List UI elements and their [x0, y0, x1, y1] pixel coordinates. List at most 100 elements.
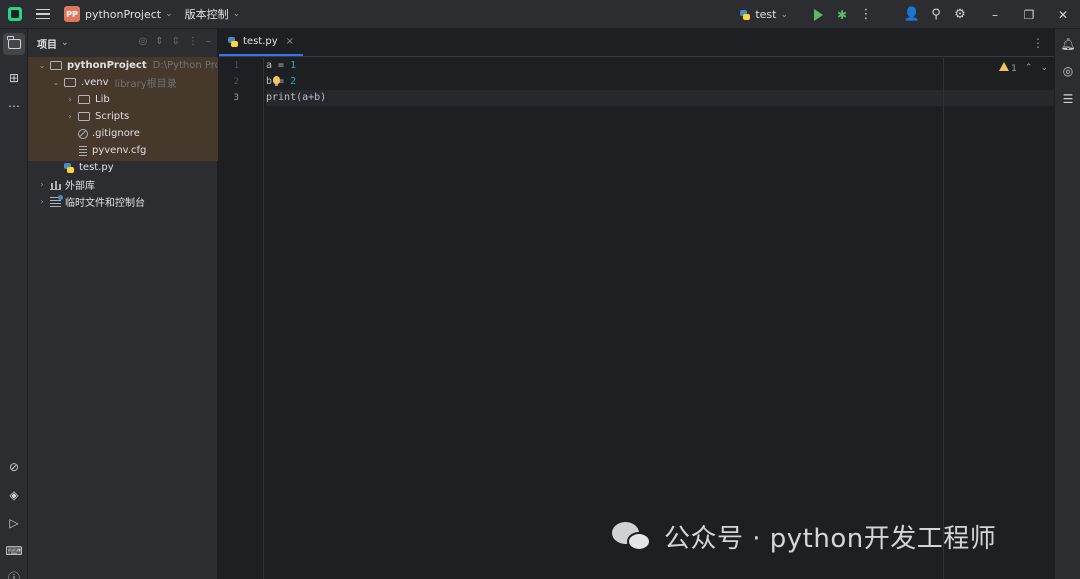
play-icon: [813, 8, 823, 21]
run-config-selector[interactable]: test ⌄: [740, 8, 788, 21]
add-user-button[interactable]: 👤: [900, 3, 924, 27]
main-menu-icon[interactable]: [36, 8, 50, 20]
python-file-icon: [64, 162, 74, 173]
layers-icon: ◈: [9, 488, 19, 502]
bell-icon: 🔔︎: [1060, 37, 1076, 51]
layers-button[interactable]: ◈: [3, 484, 25, 506]
project-tree: ⌄ pythonProject D:\Python Projects ⌄ .ve…: [28, 57, 218, 210]
chevron-down-icon[interactable]: ⌄: [37, 61, 47, 70]
python-icon: [740, 9, 751, 20]
terminal-button[interactable]: ⌨: [3, 540, 25, 562]
tree-item-hint: library根目录: [114, 79, 177, 90]
database-icon: ☰: [1062, 92, 1074, 106]
tree-item-label: .venv: [81, 77, 109, 88]
code-editor[interactable]: a = 1 b = 2 print(a+b): [266, 58, 1054, 106]
tree-item-lib[interactable]: › Lib: [28, 91, 217, 108]
locate-icon[interactable]: ◎: [138, 36, 147, 47]
services-icon: ▷: [9, 516, 19, 530]
left-tool-stripe: ⊞ ⋯ ⊘ ◈ ▷ ⌨ ⓘ: [0, 29, 28, 579]
title-bar: PP pythonProject ⌄ 版本控制 ⌄ test ⌄ ✱ ⋮ 👤 ⚲…: [0, 0, 1080, 29]
tree-item-test-py[interactable]: test.py: [28, 159, 217, 176]
debug-button[interactable]: ✱: [830, 3, 854, 27]
code-line[interactable]: print(a+b): [266, 90, 1054, 106]
close-tab-icon[interactable]: ×: [286, 36, 294, 47]
chevron-down-icon[interactable]: ⌄: [51, 78, 61, 87]
library-icon: [50, 180, 61, 190]
structure-tool-button[interactable]: ⊞: [3, 67, 25, 89]
ai-assistant-button[interactable]: ◎: [1057, 60, 1079, 82]
tree-item-label: 外部库: [65, 181, 95, 192]
restore-button[interactable]: ❐: [1012, 0, 1046, 29]
notifications-button[interactable]: 🔔︎: [1057, 33, 1079, 55]
services-button[interactable]: ▷: [3, 512, 25, 534]
folder-icon: [78, 95, 90, 104]
hide-icon[interactable]: –: [206, 36, 211, 47]
tree-item-gitignore[interactable]: .gitignore: [28, 125, 217, 142]
tab-test-py[interactable]: test.py ×: [219, 29, 304, 56]
code-token: =: [272, 60, 291, 71]
right-tool-stripe: 🔔︎ ◎ ☰: [1054, 29, 1080, 579]
pycharm-logo-icon: [8, 7, 22, 21]
more-actions-button[interactable]: ⋮: [854, 3, 878, 27]
database-button[interactable]: ☰: [1057, 88, 1079, 110]
editor-area: test.py × ⋮ 1 2 3 a = 1 b = 2 print(a+b)…: [219, 29, 1054, 579]
problems-button[interactable]: ⓘ: [3, 566, 25, 579]
line-number-gutter: 1 2 3: [219, 58, 264, 579]
tree-item-external-libraries[interactable]: › 外部库: [28, 176, 217, 193]
search-button[interactable]: ⚲: [924, 3, 948, 27]
tree-item-label: Lib: [95, 94, 110, 105]
run-button[interactable]: [806, 3, 830, 27]
code-token: print(a+b): [266, 92, 327, 103]
chevron-right-icon[interactable]: ›: [37, 197, 47, 206]
tree-item-pyvenv-cfg[interactable]: pyvenv.cfg: [28, 142, 217, 159]
tree-item-venv[interactable]: ⌄ .venv library根目录: [28, 74, 217, 91]
chevron-down-icon: ⌄: [780, 9, 788, 20]
tree-item-scripts[interactable]: › Scripts: [28, 108, 217, 125]
collapse-all-icon[interactable]: ⇳: [172, 36, 180, 47]
chevron-right-icon[interactable]: ›: [37, 180, 47, 189]
gear-icon: ⚙: [954, 7, 966, 22]
search-icon: ⚲: [931, 7, 941, 22]
chevron-down-icon[interactable]: ⌄: [1040, 63, 1048, 73]
more-horizontal-icon: ⋯: [8, 99, 20, 113]
chevron-right-icon[interactable]: ›: [65, 112, 75, 121]
chevron-down-icon[interactable]: ⌄: [165, 9, 173, 19]
warning-icon: [999, 62, 1010, 71]
vcs-widget[interactable]: 版本控制 ⌄: [185, 6, 241, 22]
wechat-icon: [612, 520, 654, 554]
expand-all-icon[interactable]: ⇕: [155, 36, 163, 47]
folder-icon: [78, 112, 90, 121]
tree-item-path: D:\Python Projects: [152, 60, 217, 71]
code-line[interactable]: b = 2: [266, 74, 1054, 90]
scratches-icon: [50, 194, 63, 207]
more-vertical-icon[interactable]: ⋮: [1032, 36, 1044, 50]
minimize-button[interactable]: –: [978, 0, 1012, 29]
restore-icon: ❐: [1023, 7, 1035, 22]
terminal-icon: ⌨: [5, 544, 23, 558]
folder-icon: [64, 78, 76, 87]
more-vertical-icon: ⋮: [859, 7, 873, 22]
more-vertical-icon[interactable]: ⋮: [188, 36, 198, 47]
inspection-widget[interactable]: 1 ⌃ ⌄: [999, 62, 1048, 74]
structure-icon: ⊞: [8, 71, 20, 85]
warning-count: 1: [1011, 64, 1017, 74]
tab-label: test.py: [243, 36, 278, 47]
tree-item-label: Scripts: [95, 111, 130, 122]
warning-indicator[interactable]: 1: [999, 62, 1017, 74]
settings-button[interactable]: ⚙: [948, 3, 972, 27]
project-badge[interactable]: PP: [64, 6, 80, 22]
tree-item-pythonproject[interactable]: ⌄ pythonProject D:\Python Projects: [28, 57, 217, 74]
project-tool-button[interactable]: [3, 33, 25, 55]
project-widget[interactable]: pythonProject: [85, 8, 161, 21]
chevron-right-icon[interactable]: ›: [65, 95, 75, 104]
chevron-down-icon: ⌄: [61, 38, 69, 48]
tree-item-label: pyvenv.cfg: [92, 145, 147, 156]
close-window-button[interactable]: ✕: [1046, 0, 1080, 29]
python-packages-button[interactable]: ⊘: [3, 456, 25, 478]
more-tools-button[interactable]: ⋯: [3, 95, 25, 117]
code-line[interactable]: a = 1: [266, 58, 1054, 74]
vcs-label: 版本控制: [184, 8, 229, 21]
lightbulb-icon[interactable]: [273, 76, 280, 86]
tree-item-scratches[interactable]: › 临时文件和控制台: [28, 193, 217, 210]
chevron-up-icon[interactable]: ⌃: [1025, 63, 1033, 73]
